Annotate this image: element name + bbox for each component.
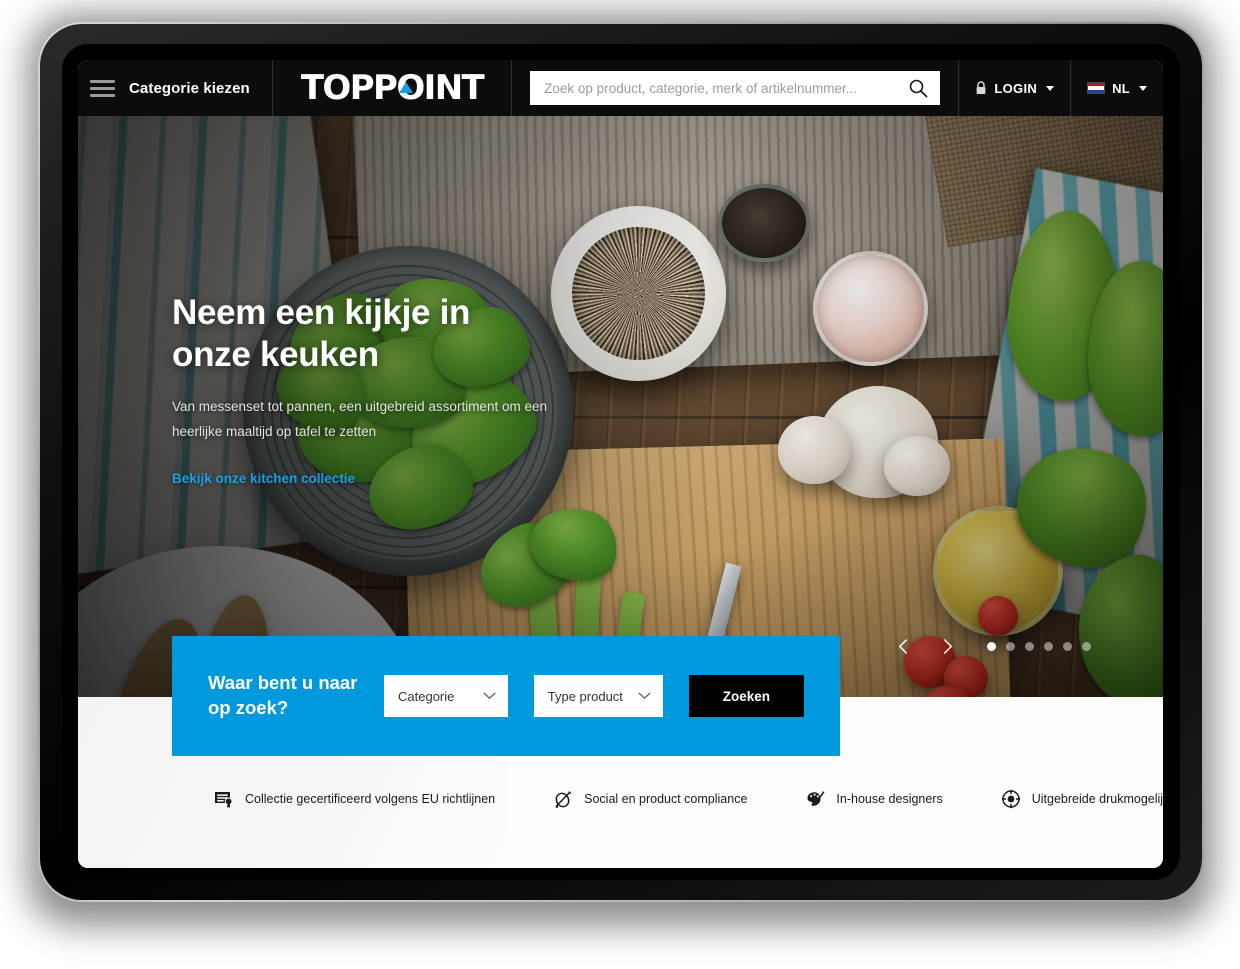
feature-bar: Collectie gecertificeerd volgens EU rich… <box>78 789 1163 809</box>
login-button[interactable]: LOGIN <box>958 60 1072 116</box>
hero-text-block: Neem een kijkje in onze keuken Van messe… <box>172 292 552 488</box>
search-input[interactable] <box>544 80 909 96</box>
screenshot-stage: Categorie kiezen TOPPOINT Zoek op produc… <box>0 0 1240 969</box>
chevron-down-icon <box>483 692 496 700</box>
chevron-down-icon <box>1139 85 1147 91</box>
feature-item: Social en product compliance <box>553 789 747 809</box>
carousel-next-button[interactable] <box>925 629 969 663</box>
flag-nl-icon <box>1087 82 1106 94</box>
carousel-dot[interactable] <box>987 641 996 651</box>
product-finder-title: Waar bent u naar op zoek? <box>208 672 358 718</box>
hero-subtitle: Van messenset tot pannen, een uitgebreid… <box>172 399 547 440</box>
carousel-dot[interactable] <box>1063 641 1072 651</box>
hero-title: Neem een kijkje in onze keuken <box>172 293 471 374</box>
logo-triangle-icon <box>398 82 413 93</box>
feature-label: In-house designers <box>836 792 943 806</box>
site-logo[interactable]: TOPPOINT <box>273 60 513 116</box>
carousel-dot[interactable] <box>1044 641 1053 651</box>
product-type-dropdown[interactable]: Type product <box>533 675 663 717</box>
feature-item: Uitgebreide drukmogelijkheden <box>1001 789 1163 809</box>
category-menu-label: Categorie kiezen <box>129 79 250 97</box>
category-dropdown-value: Categorie <box>398 688 455 704</box>
search-submit-button[interactable]: Zoeken <box>688 675 804 717</box>
nav-right-group: LOGIN NL <box>958 60 1163 116</box>
hero-cta-link[interactable]: Bekijk onze kitchen collectie <box>172 471 355 486</box>
feature-item: In-house designers <box>805 789 943 809</box>
certificate-icon <box>214 789 234 809</box>
feature-item: Collectie gecertificeerd volgens EU rich… <box>214 789 495 809</box>
category-menu-button[interactable]: Categorie kiezen <box>78 60 273 116</box>
hamburger-icon <box>90 79 115 97</box>
hero-carousel: Neem een kijkje in onze keuken Van messe… <box>78 116 1163 697</box>
carousel-dot[interactable] <box>1025 641 1034 651</box>
language-selector[interactable]: NL <box>1071 60 1163 116</box>
feature-label: Social en product compliance <box>584 792 748 806</box>
carousel-controls <box>881 629 1091 663</box>
login-label: LOGIN <box>994 80 1038 96</box>
language-label: NL <box>1112 80 1130 96</box>
compliance-icon <box>553 789 573 809</box>
chevron-down-icon <box>638 692 651 700</box>
lock-icon <box>975 81 987 95</box>
print-target-icon <box>1001 789 1021 809</box>
search-bar[interactable] <box>530 71 941 105</box>
browser-screen: Categorie kiezen TOPPOINT Zoek op produc… <box>78 60 1163 868</box>
carousel-dot[interactable] <box>1006 641 1015 651</box>
carousel-dot[interactable] <box>1082 641 1091 651</box>
palette-icon <box>805 789 826 809</box>
feature-label: Uitgebreide drukmogelijkheden <box>1031 792 1163 806</box>
logo-text: TOPPOINT <box>300 68 485 108</box>
product-type-dropdown-value: Type product <box>547 688 623 704</box>
product-finder-panel: Waar bent u naar op zoek? Categorie Type… <box>172 636 840 756</box>
carousel-dots <box>987 641 1091 651</box>
carousel-prev-button[interactable] <box>881 629 925 663</box>
feature-label: Collectie gecertificeerd volgens EU rich… <box>245 792 496 806</box>
category-dropdown[interactable]: Categorie <box>384 675 508 717</box>
top-navigation-bar: Categorie kiezen TOPPOINT Zoek op produc… <box>78 60 1163 116</box>
chevron-down-icon <box>1046 85 1055 91</box>
search-icon[interactable] <box>908 78 928 98</box>
